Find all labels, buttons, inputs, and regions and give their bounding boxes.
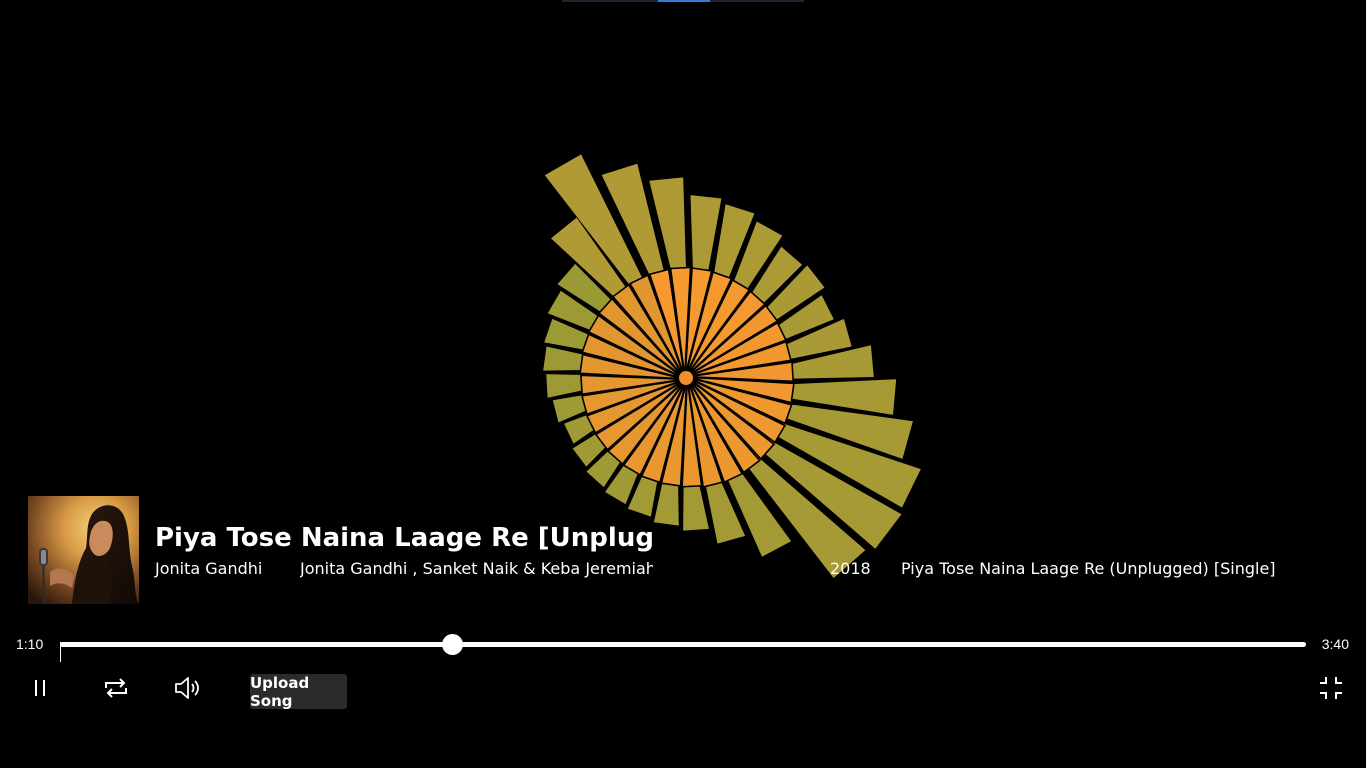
player-stage: Piya Tose Naina Laage Re [Unplugged] Jon… [0,0,1366,768]
visualizer-inner-ring [579,266,795,488]
audio-visualizer [543,154,921,578]
song-year: 2018 [830,559,871,578]
song-album: Piya Tose Naina Laage Re (Unplugged) [Si… [901,559,1276,578]
visualizer-hub [679,371,693,385]
